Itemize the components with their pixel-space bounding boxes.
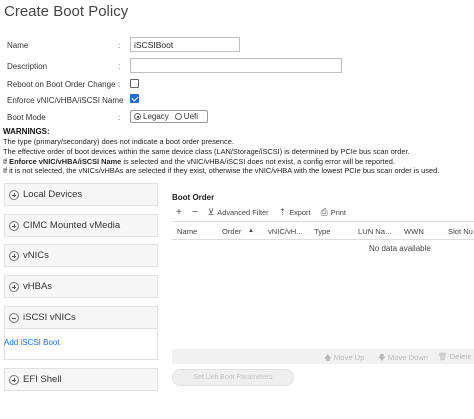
move-up-button[interactable]: 🡅 Move Up: [324, 352, 364, 365]
boot-order-actions-bar: 🡅 Move Up 🡇 Move Down 🗑 Delete: [172, 349, 474, 364]
expand-icon: [9, 250, 19, 261]
arrow-up-icon: 🡅: [324, 353, 334, 362]
move-up-label: Move Up: [333, 353, 365, 362]
boot-mode-label: Boot Mode: [7, 113, 46, 122]
section-vhbas[interactable]: vHBAs: [4, 275, 158, 298]
col-lun-name[interactable]: LUN Na...: [358, 227, 391, 236]
export-label: Export: [289, 208, 311, 217]
section-vnics[interactable]: vNICs: [4, 244, 158, 267]
advanced-filter-button[interactable]: ⊻ Advanced Filter: [208, 207, 269, 218]
page-title: Create Boot Policy: [4, 3, 129, 20]
collapse-icon: [9, 312, 19, 323]
enforce-label: Enforce vNIC/vHBA/iSCSI Name: [7, 96, 124, 105]
reboot-checkbox[interactable]: [130, 79, 139, 88]
col-slot-number[interactable]: Slot Nu: [448, 227, 473, 236]
warning-line-3-bold: Enforce vNIC/vHBA/iSCSI Name: [9, 157, 122, 166]
section-iscsi-vnics-label: iSCSI vNICs: [23, 312, 76, 323]
name-label: Name: [7, 41, 29, 50]
trash-icon: 🗑: [438, 352, 450, 361]
delete-label: Delete: [449, 352, 472, 361]
print-icon: ⎙: [320, 207, 328, 217]
section-local-devices-label: Local Devices: [23, 189, 83, 200]
warning-line-2: The effective order of boot devices with…: [3, 147, 410, 156]
boot-order-toolbar: + − ⊻ Advanced Filter ⇡ Export ⎙ Print: [172, 205, 474, 220]
section-local-devices[interactable]: Local Devices: [4, 183, 158, 206]
expand-icon: [9, 374, 19, 385]
reboot-label: Reboot on Boot Order Change: [7, 80, 116, 89]
col-order[interactable]: Order: [222, 227, 241, 236]
enforce-checkbox[interactable]: [130, 94, 139, 103]
section-cimc-vmedia[interactable]: CIMC Mounted vMedia: [4, 214, 158, 237]
expand-icon: [9, 281, 19, 292]
warning-line-1: The type (primary/secondary) does not in…: [3, 137, 234, 146]
warnings-heading: WARNINGS:: [3, 127, 50, 136]
col-type[interactable]: Type: [314, 227, 330, 236]
radio-legacy-label[interactable]: Legacy: [143, 112, 169, 121]
radio-uefi[interactable]: [174, 113, 182, 120]
section-iscsi-vnics[interactable]: iSCSI vNICs: [4, 306, 158, 329]
export-icon: ⇡: [278, 207, 287, 217]
radio-legacy[interactable]: [134, 113, 141, 120]
add-iscsi-boot-link[interactable]: Add iSCSI Boot: [4, 338, 60, 347]
boot-mode-colon: :: [118, 113, 121, 122]
empty-table-message: No data available: [369, 244, 431, 253]
warning-line-4: If it is not selected, the vNICs/vHBAs a…: [3, 166, 440, 175]
boot-order-title: Boot Order: [172, 193, 215, 202]
warning-line-3-post: is selected and the vNIC/vHBA/iSCSI does…: [121, 157, 395, 166]
section-cimc-vmedia-label: CIMC Mounted vMedia: [23, 220, 121, 231]
boot-mode-radio-group: Legacy Uefi: [130, 110, 208, 123]
advanced-filter-label: Advanced Filter: [217, 208, 269, 217]
print-button[interactable]: ⎙ Print: [321, 207, 346, 218]
sort-asc-icon: ▲: [248, 228, 254, 234]
enforce-colon: :: [121, 96, 124, 105]
arrow-down-icon: 🡇: [378, 353, 388, 362]
boot-order-table-header: Name Order ▲ vNIC/vH... Type LUN Na... W…: [172, 221, 474, 240]
description-label: Description: [7, 62, 48, 71]
expand-icon: [9, 220, 19, 231]
reboot-colon: :: [118, 80, 121, 89]
move-down-button[interactable]: 🡇 Move Down: [378, 352, 428, 365]
print-label: Print: [330, 208, 346, 217]
add-button[interactable]: +: [176, 207, 182, 218]
remove-button[interactable]: −: [192, 207, 198, 218]
delete-button[interactable]: 🗑 Delete: [438, 352, 472, 361]
name-input[interactable]: iSCSIBoot: [130, 37, 240, 52]
section-efi-shell-label: EFI Shell: [23, 374, 62, 385]
description-colon: :: [118, 62, 121, 71]
expand-icon: [9, 189, 19, 200]
description-input[interactable]: [130, 58, 342, 73]
export-button[interactable]: ⇡ Export: [279, 207, 311, 218]
section-efi-shell[interactable]: EFI Shell: [4, 368, 158, 391]
warning-line-3: If Enforce vNIC/vHBA/iSCSI Name is selec…: [3, 157, 395, 166]
col-wwn[interactable]: WWN: [404, 227, 424, 236]
move-down-label: Move Down: [387, 353, 429, 362]
col-name[interactable]: Name: [177, 227, 197, 236]
filter-icon: ⊻: [207, 207, 215, 217]
col-vnic-vhba[interactable]: vNIC/vH...: [268, 227, 303, 236]
radio-uefi-label[interactable]: Uefi: [184, 112, 198, 121]
section-vhbas-label: vHBAs: [23, 281, 53, 292]
section-vnics-label: vNICs: [23, 250, 49, 261]
name-colon: :: [118, 41, 121, 50]
set-uefi-boot-parameters-button[interactable]: Set Uefi Boot Parameters: [172, 369, 294, 386]
